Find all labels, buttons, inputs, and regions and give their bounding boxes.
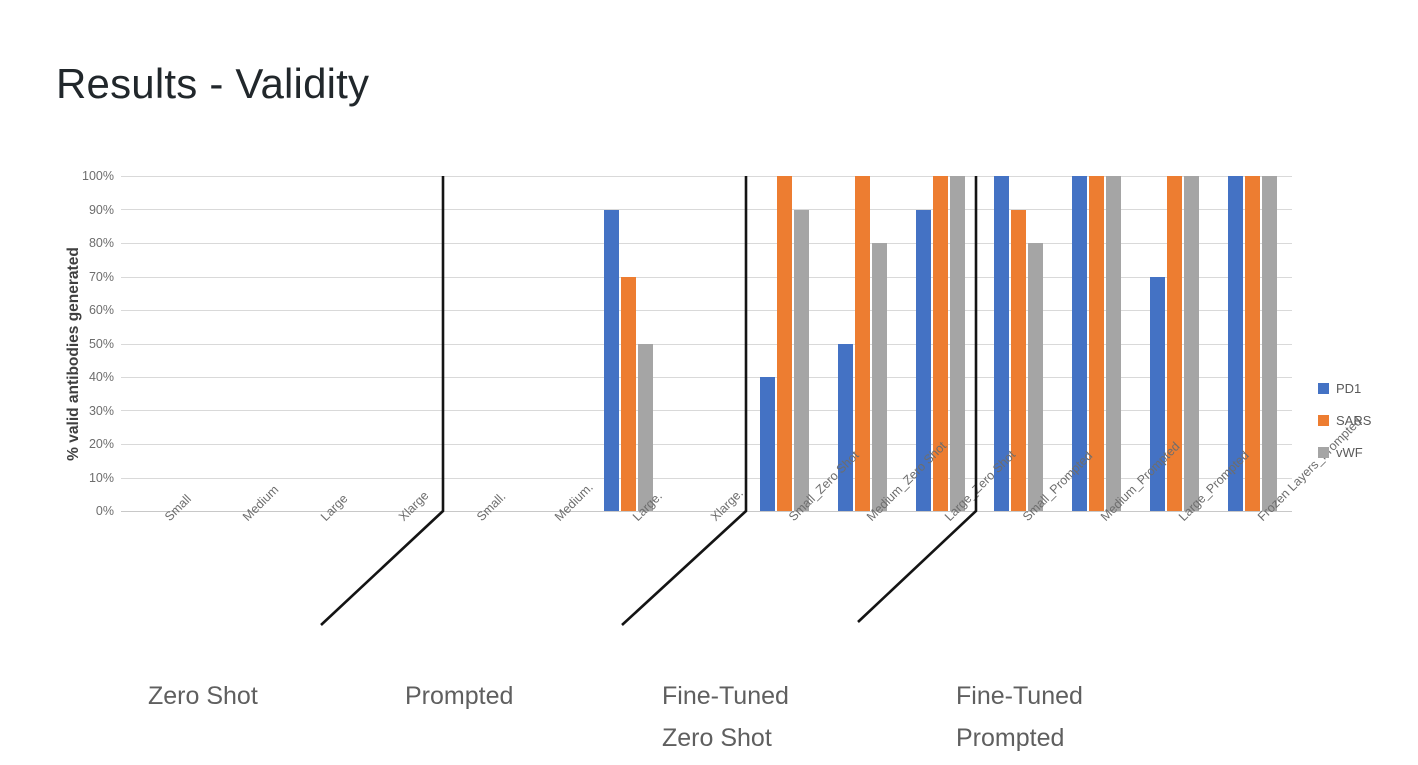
bar	[637, 343, 653, 511]
bar	[1011, 209, 1027, 511]
bar	[760, 377, 776, 511]
bar	[794, 209, 810, 511]
legend-item[interactable]: vWF	[1318, 436, 1414, 468]
legend-item[interactable]: SARS	[1318, 404, 1414, 436]
y-axis-tick-label: 80%	[88, 236, 114, 250]
bar-group	[277, 176, 355, 511]
page-title: Results - Validity	[56, 60, 370, 107]
legend-label: SARS	[1336, 412, 1372, 428]
bar-group	[589, 176, 667, 511]
chart-legend: PD1 SARS vWF	[1318, 372, 1414, 468]
y-axis-tick-label: 50%	[88, 336, 114, 351]
bar	[1028, 243, 1044, 511]
y-axis-tick-label: 20%	[88, 437, 114, 451]
group-caption: Fine-Tuned Prompted	[956, 682, 1083, 752]
legend-swatch-icon	[1318, 446, 1329, 458]
bar-group	[1058, 176, 1136, 511]
validity-bar-chart: % valid antibodies generated 100% 90% 80% 7…	[0, 150, 1418, 765]
x-axis-category-labels: Small Medium Large Xlarge Small. Medium. Large…	[121, 414, 1365, 644]
y-axis-tick-label: 60%	[88, 303, 114, 317]
y-axis-tick-label: 10%	[88, 470, 114, 485]
bar-group	[199, 176, 277, 511]
bar-group	[433, 176, 511, 511]
group-captions: Zero Shot Prompted Fine-Tuned Zero Shot Fin…	[0, 675, 1418, 765]
legend-label: PD1	[1336, 380, 1362, 396]
bar	[777, 176, 793, 511]
bar	[620, 276, 636, 511]
bar-group	[746, 176, 824, 511]
legend-swatch-icon	[1318, 414, 1329, 426]
bar	[603, 209, 619, 511]
bar-group	[1214, 176, 1292, 511]
bar	[1184, 176, 1200, 511]
y-axis-tick-label: 40%	[88, 370, 114, 384]
plot-area	[121, 176, 1292, 512]
y-axis-tick-label: 30%	[88, 403, 114, 418]
bar-group	[355, 176, 433, 511]
y-axis-tick-label: 0%	[95, 504, 114, 518]
y-axis-tick-label: 90%	[88, 202, 114, 217]
legend-item[interactable]: PD1	[1318, 372, 1414, 404]
y-axis-tick-label: 100%	[82, 169, 114, 183]
bar-group	[1136, 176, 1214, 511]
y-axis-tick-label: 70%	[88, 269, 114, 284]
legend-label: vWF	[1336, 444, 1363, 460]
bar-group	[667, 176, 745, 511]
group-caption: Zero Shot	[148, 682, 258, 710]
bar-group	[980, 176, 1058, 511]
bar-group	[824, 176, 902, 511]
bar	[1262, 176, 1278, 511]
bar	[1106, 176, 1122, 511]
bar-group	[511, 176, 589, 511]
bar	[872, 243, 888, 511]
group-caption: Prompted	[405, 682, 514, 710]
group-caption: Fine-Tuned Zero Shot	[662, 682, 789, 752]
y-axis-tick-labels: 100% 90% 80% 70% 60% 50% 40% 30% 20% 10% 0%	[66, 169, 114, 518]
legend-swatch-icon	[1318, 382, 1329, 394]
bar-group	[121, 176, 199, 511]
bar	[950, 176, 966, 511]
bar-group	[902, 176, 980, 511]
bar	[838, 343, 854, 511]
